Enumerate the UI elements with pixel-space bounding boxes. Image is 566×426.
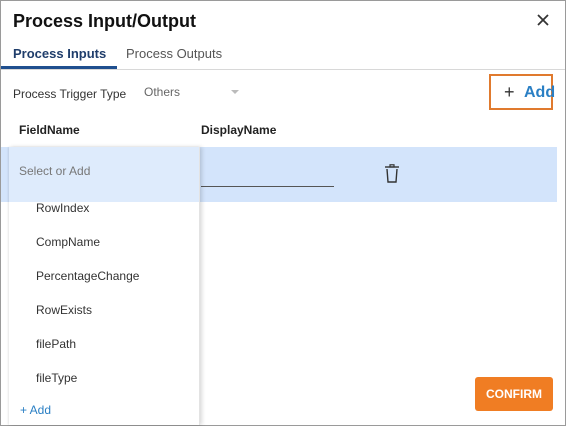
trigger-type-value: Others bbox=[144, 85, 181, 99]
dropdown-option-filetype[interactable]: fileType bbox=[36, 371, 77, 385]
dialog-title: Process Input/Output bbox=[13, 11, 197, 31]
tab-process-outputs[interactable]: Process Outputs bbox=[126, 46, 222, 61]
dropdown-option-compname[interactable]: CompName bbox=[36, 235, 100, 249]
close-icon[interactable] bbox=[535, 12, 551, 28]
fieldname-search-input[interactable]: Select or Add bbox=[19, 164, 90, 178]
add-input-button[interactable]: + Add bbox=[489, 74, 556, 110]
dropdown-option-rowexists[interactable]: RowExists bbox=[36, 303, 92, 317]
display-name-input[interactable] bbox=[201, 186, 334, 187]
dropdown-option-rowindex[interactable]: RowIndex bbox=[36, 201, 89, 215]
dropdown-option-percentagechange[interactable]: PercentageChange bbox=[36, 269, 139, 283]
add-button-label: Add bbox=[524, 84, 556, 101]
dropdown-option-filepath[interactable]: filePath bbox=[36, 337, 76, 351]
process-io-dialog: Process Input/Output Process Inputs Proc… bbox=[0, 0, 566, 426]
column-header-fieldname: FieldName bbox=[19, 123, 80, 137]
plus-icon: + bbox=[504, 82, 515, 102]
trigger-type-label: Process Trigger Type bbox=[13, 87, 127, 101]
chevron-down-icon bbox=[231, 90, 239, 94]
fieldname-dropdown[interactable]: Select or Add RowIndex CompName Percenta… bbox=[9, 147, 200, 425]
tab-bar: Process Inputs Process Outputs bbox=[1, 41, 565, 69]
tab-process-inputs[interactable]: Process Inputs bbox=[13, 46, 106, 61]
trigger-type-select[interactable]: Others bbox=[144, 85, 244, 103]
confirm-button[interactable]: CONFIRM bbox=[475, 377, 553, 411]
trash-icon[interactable] bbox=[384, 164, 400, 184]
tabs-divider bbox=[1, 69, 565, 70]
column-header-displayname: DisplayName bbox=[201, 123, 277, 137]
dropdown-add-link[interactable]: + Add bbox=[20, 403, 51, 417]
